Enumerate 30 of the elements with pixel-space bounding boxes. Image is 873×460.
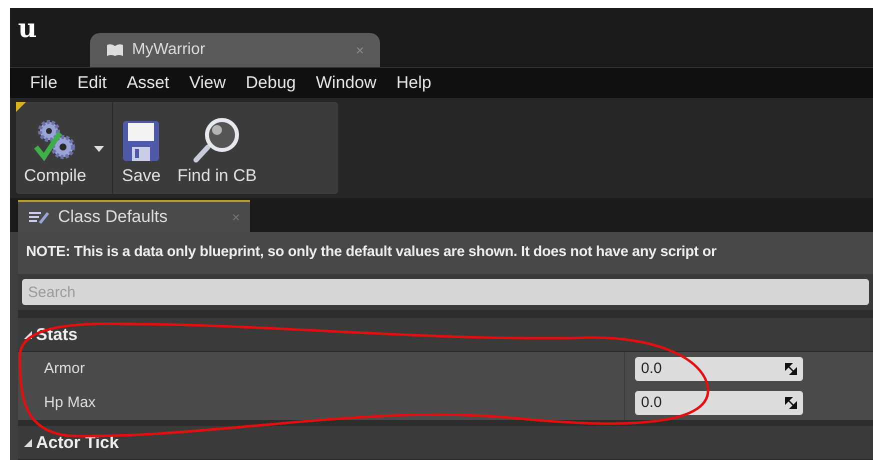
caret-icon[interactable] [94,146,104,152]
toolbar-button[interactable]: Save [113,102,170,194]
menu-item[interactable]: Help [396,70,432,96]
menu-item[interactable]: Window [316,70,376,96]
menu-item[interactable]: Asset [126,70,170,96]
property-name: Hp Max [43,392,97,413]
toolbar-button[interactable]: Find in CB [169,102,265,194]
list-pencil-icon [28,210,50,224]
search-field[interactable]: Search [22,279,869,306]
unreal-logo: u [18,16,37,42]
value-field[interactable]: 0.0 [635,357,803,382]
drag-arrows-icon [785,397,797,410]
expand-arrow-icon [24,438,32,447]
drag-arrows-icon [785,363,797,376]
panel-tab[interactable]: Class Defaults × [18,200,250,232]
book-icon [106,43,124,58]
menu-item[interactable]: File [30,70,58,96]
property-name: Armor [43,358,86,379]
menu-item[interactable]: View [189,70,226,96]
menu-item[interactable]: Edit [77,70,107,96]
value-field[interactable]: 0.0 [635,391,803,416]
expand-arrow-icon [24,330,32,339]
gears-check-icon [33,118,78,163]
tab-title: MyWarrior [132,40,206,60]
toolbar-button[interactable]: Compile [16,102,94,194]
panel-tab-title: Class Defaults [58,206,168,228]
document-tab[interactable]: MyWarrior × [90,33,380,68]
note-text: NOTE: This is a data only blueprint, so only the default values are shown. It does not have any script or [26,243,716,262]
menu-item[interactable]: Debug [246,70,296,96]
corner-marker [16,102,26,112]
